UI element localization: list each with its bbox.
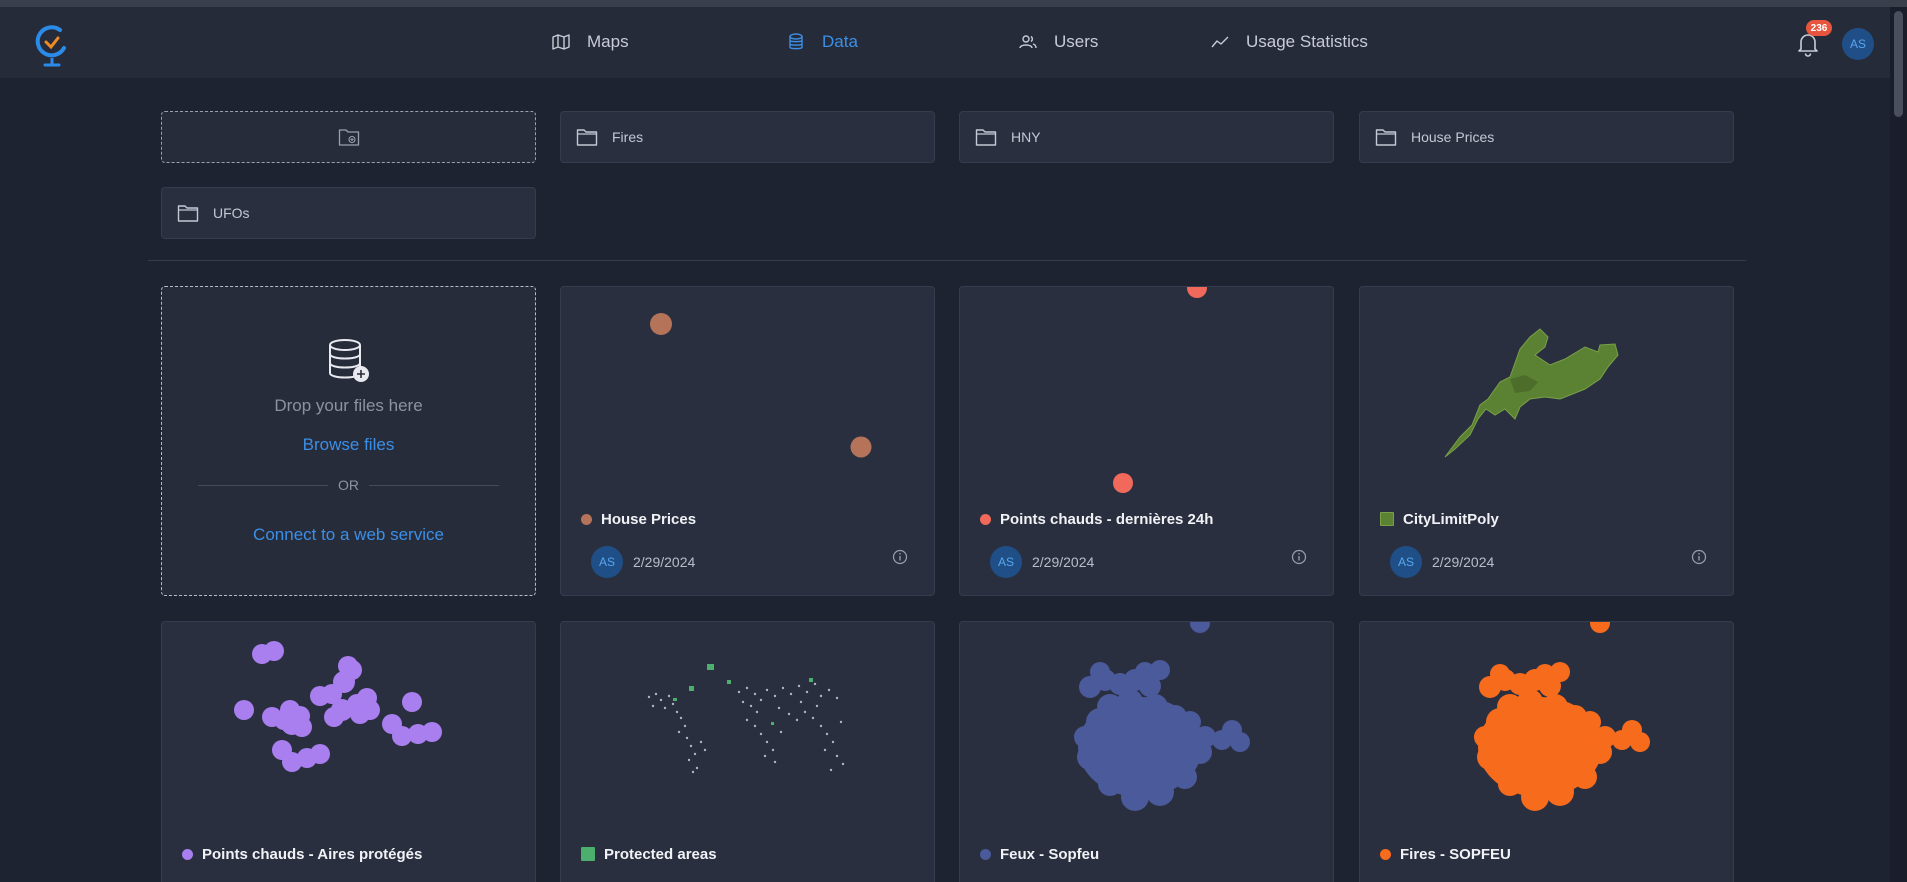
or-text: OR: [162, 477, 535, 493]
dataset-preview: [1113, 287, 1207, 493]
connect-web-service-link[interactable]: Connect to a web service: [162, 525, 535, 545]
users-icon: [1019, 35, 1037, 49]
dataset-meta: AS 2/29/2024: [591, 546, 695, 578]
info-icon[interactable]: [892, 549, 908, 565]
dataset-preview: [1444, 328, 1619, 458]
dataset-title: CityLimitPoly: [1380, 507, 1499, 531]
map-icon: [552, 34, 570, 50]
dataset-title: Points chauds - Aires protégés: [182, 842, 422, 866]
app-logo-icon[interactable]: [34, 24, 70, 68]
folder-icon: [975, 129, 997, 146]
nav-maps[interactable]: Maps: [551, 27, 629, 57]
dataset-title: Protected areas: [581, 842, 717, 866]
user-avatar[interactable]: AS: [1842, 28, 1874, 60]
dataset-card-feux-sopfeu[interactable]: Feux - Sopfeu: [959, 621, 1334, 882]
dataset-title: Feux - Sopfeu: [980, 842, 1099, 866]
dataset-title: Points chauds - dernières 24h: [980, 507, 1213, 531]
folder-icon: [177, 205, 199, 222]
layer-swatch: [980, 848, 991, 860]
layer-swatch: [1380, 848, 1391, 860]
folder-plus-icon: [338, 129, 359, 146]
dataset-title: Fires - SOPFEU: [1380, 842, 1511, 866]
folder-house-prices[interactable]: House Prices: [1359, 111, 1734, 163]
chart-line-icon: [1211, 36, 1229, 48]
drop-files-text: Drop your files here: [274, 396, 423, 415]
layer-swatch: [1380, 512, 1394, 526]
new-folder-button[interactable]: [161, 111, 536, 163]
dataset-meta: AS 2/29/2024: [990, 546, 1094, 578]
owner-avatar: AS: [1390, 546, 1422, 578]
nav-users[interactable]: Users: [1018, 27, 1098, 57]
dataset-meta: AS 2/29/2024: [1390, 546, 1494, 578]
dataset-preview: [647, 664, 845, 774]
page-scrollbar[interactable]: [1890, 7, 1907, 882]
nav-usage-statistics[interactable]: Usage Statistics: [1210, 27, 1368, 57]
folder-label: House Prices: [1411, 129, 1495, 145]
folder-hny[interactable]: HNY: [959, 111, 1334, 163]
dataset-card-protected-areas[interactable]: Protected areas: [560, 621, 935, 882]
nav-data[interactable]: Data: [786, 27, 858, 57]
section-divider: [148, 260, 1746, 261]
layer-swatch: [182, 848, 193, 860]
database-upload-icon: [329, 339, 369, 382]
folder-label: HNY: [1011, 129, 1041, 145]
layer-swatch: [581, 513, 592, 525]
dataset-title: House Prices: [581, 507, 696, 531]
dataset-preview: [650, 313, 872, 458]
folder-fires[interactable]: Fires: [560, 111, 935, 163]
dataset-card-points-chauds-aires[interactable]: Points chauds - Aires protégés: [161, 621, 536, 882]
scrollbar-thumb[interactable]: [1894, 11, 1903, 117]
nav-usage-label: Usage Statistics: [1246, 32, 1368, 51]
layer-swatch: [581, 847, 595, 861]
folder-label: Fires: [612, 129, 644, 145]
folder-ufos[interactable]: UFOs: [161, 187, 536, 239]
dataset-date: 2/29/2024: [633, 554, 696, 570]
window-top-strip: [0, 0, 1907, 7]
dataset-card-citylimitpoly[interactable]: CityLimitPoly AS 2/29/2024: [1359, 286, 1734, 596]
folder-label: UFOs: [213, 205, 250, 221]
dataset-preview: [1474, 622, 1650, 811]
dataset-card-points-chauds-24h[interactable]: Points chauds - dernières 24h AS 2/29/20…: [959, 286, 1334, 596]
notification-badge: 236: [1806, 20, 1832, 36]
folder-icon: [1375, 129, 1397, 146]
nav-maps-label: Maps: [587, 32, 629, 51]
browse-files-link[interactable]: Browse files: [162, 435, 535, 455]
info-icon[interactable]: [1291, 549, 1307, 565]
info-icon[interactable]: [1691, 549, 1707, 565]
owner-avatar: AS: [591, 546, 623, 578]
top-navbar: Maps Data Users Usage Statistics 236 AS: [0, 7, 1890, 78]
nav-users-label: Users: [1054, 32, 1099, 51]
owner-avatar: AS: [990, 546, 1022, 578]
dataset-date: 2/29/2024: [1032, 554, 1095, 570]
layer-swatch: [980, 513, 991, 525]
nav-data-label: Data: [822, 32, 858, 51]
dataset-card-house-prices[interactable]: House Prices AS 2/29/2024: [560, 286, 935, 596]
upload-dropzone[interactable]: Drop your files here Browse files OR Con…: [161, 286, 536, 596]
folder-icon: [576, 129, 598, 146]
dataset-card-fires-sopfeu[interactable]: Fires - SOPFEU: [1359, 621, 1734, 882]
database-icon: [789, 33, 803, 50]
dataset-preview: [1074, 622, 1250, 811]
dataset-date: 2/29/2024: [1432, 554, 1495, 570]
dataset-preview: [234, 641, 442, 772]
